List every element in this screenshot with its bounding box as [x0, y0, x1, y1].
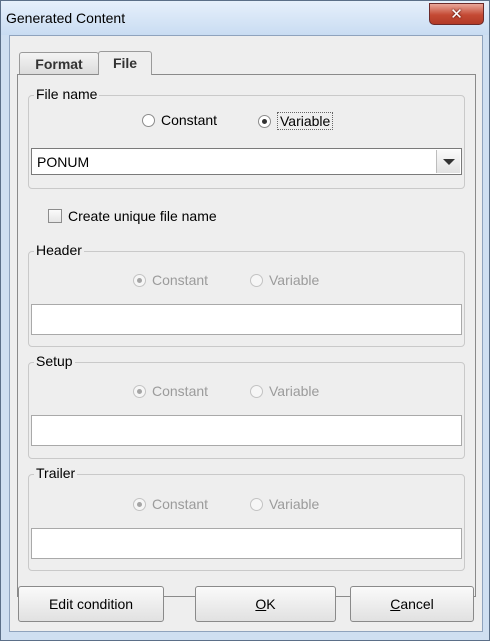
header-constant-label: Constant	[152, 272, 209, 288]
radio-on-icon	[133, 273, 146, 287]
dialog-client-area: Format File File name Constant Variable	[9, 35, 483, 632]
radio-off-icon	[142, 113, 155, 127]
header-variable-label: Variable	[269, 272, 320, 288]
trailer-text-field[interactable]	[31, 528, 462, 559]
dialog-window: Generated Content ✕ Format File File nam…	[0, 0, 490, 641]
cancel-button[interactable]: Cancel	[350, 586, 474, 622]
setup-text-field[interactable]	[31, 415, 462, 446]
radio-off-icon	[250, 273, 263, 287]
setup-group: Setup Constant Variable	[28, 353, 465, 459]
trailer-variable-label: Variable	[269, 496, 320, 512]
title-bar[interactable]: Generated Content ✕	[1, 1, 489, 35]
tab-file[interactable]: File	[98, 51, 152, 75]
file-name-combobox[interactable]: PONUM	[31, 148, 462, 175]
header-group: Header Constant Variable	[28, 242, 465, 347]
file-name-combo-value: PONUM	[37, 154, 90, 170]
trailer-group: Trailer Constant Variable	[28, 465, 465, 571]
edit-condition-button[interactable]: Edit condition	[18, 586, 164, 622]
file-name-legend: File name	[34, 86, 100, 102]
file-name-group: File name Constant Variable PONUM	[28, 86, 465, 189]
setup-variable-label: Variable	[269, 383, 320, 399]
file-tab-panel: File name Constant Variable PONUM Create…	[17, 74, 476, 597]
trailer-constant-label: Constant	[152, 496, 209, 512]
header-text-field[interactable]	[31, 304, 462, 335]
radio-on-icon	[133, 497, 146, 511]
radio-on-icon	[133, 384, 146, 398]
header-legend: Header	[34, 242, 84, 258]
ok-button[interactable]: OK	[195, 586, 336, 622]
setup-variable-radio[interactable]: Variable	[250, 383, 319, 399]
window-title: Generated Content	[6, 10, 126, 26]
cancel-label-rest: ancel	[400, 596, 434, 612]
file-name-constant-radio[interactable]: Constant	[142, 112, 217, 128]
create-unique-label: Create unique file name	[68, 208, 217, 224]
radio-off-icon	[250, 384, 263, 398]
radio-on-icon	[258, 114, 271, 128]
edit-condition-label: Edit condition	[48, 596, 134, 612]
trailer-constant-radio[interactable]: Constant	[133, 496, 208, 512]
file-name-constant-label: Constant	[161, 112, 218, 128]
ok-label-rest: K	[266, 596, 276, 612]
file-name-variable-radio[interactable]: Variable	[258, 112, 334, 130]
trailer-legend: Trailer	[34, 465, 78, 481]
close-button[interactable]: ✕	[429, 3, 484, 25]
setup-constant-radio[interactable]: Constant	[133, 383, 208, 399]
header-constant-radio[interactable]: Constant	[133, 272, 208, 288]
create-unique-checkbox-row[interactable]: Create unique file name	[48, 208, 217, 224]
close-icon: ✕	[450, 5, 463, 23]
create-unique-checkbox[interactable]	[48, 209, 62, 223]
trailer-variable-radio[interactable]: Variable	[250, 496, 319, 512]
file-name-variable-label: Variable	[277, 112, 334, 130]
cancel-mnemonic: C	[390, 596, 401, 612]
setup-legend: Setup	[34, 353, 75, 369]
header-variable-radio[interactable]: Variable	[250, 272, 319, 288]
tab-format[interactable]: Format	[19, 52, 99, 74]
radio-off-icon	[250, 497, 263, 511]
combo-dropdown-button[interactable]	[436, 150, 460, 173]
ok-mnemonic: O	[255, 596, 267, 612]
chevron-down-icon	[443, 159, 455, 165]
setup-constant-label: Constant	[152, 383, 209, 399]
